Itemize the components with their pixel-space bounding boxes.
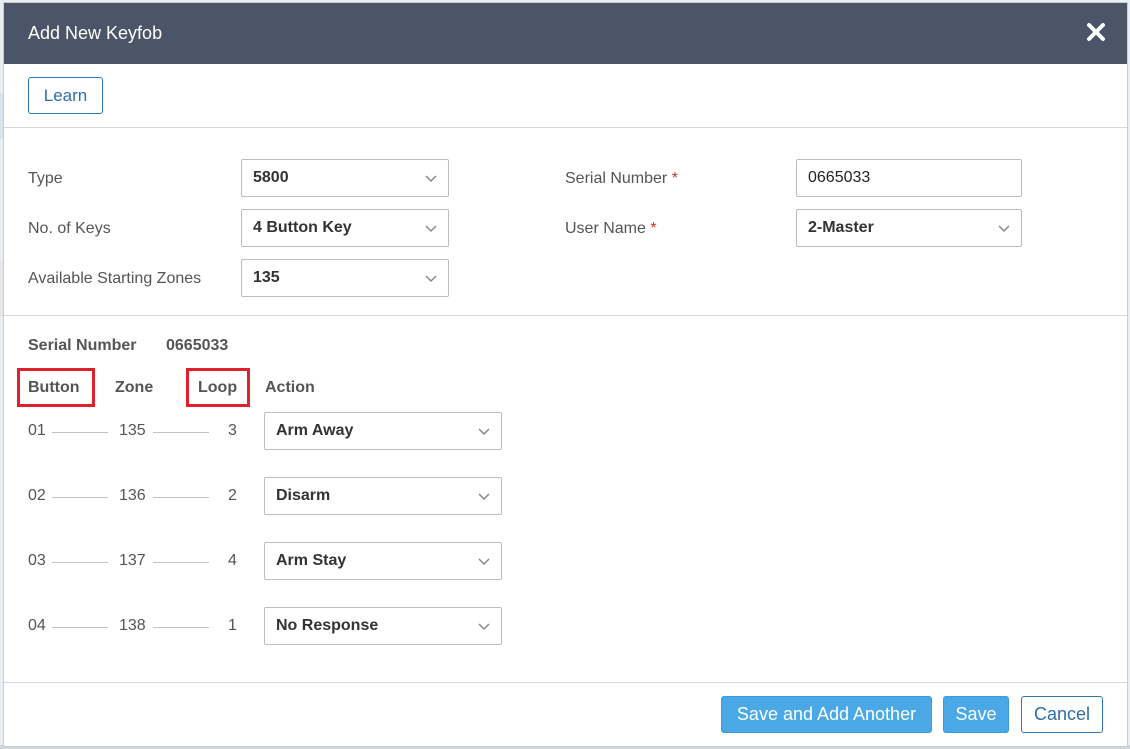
keys-serial-label: Serial Number [28, 337, 137, 354]
type-select[interactable]: 5800 [241, 159, 449, 197]
button-number: 03 [28, 552, 46, 569]
chevron-down-icon [478, 428, 490, 436]
cancel-button[interactable]: Cancel [1021, 696, 1103, 733]
zone-column-header: Zone [115, 379, 154, 396]
modal-footer: Save and Add Another Save Cancel [4, 683, 1127, 747]
modal-title: Add New Keyfob [28, 23, 163, 43]
connector-line [52, 627, 108, 628]
user-label: User Name * [565, 220, 657, 238]
action-value: Arm Away [276, 422, 354, 439]
button-number: 02 [28, 487, 46, 504]
action-value: Disarm [276, 487, 331, 504]
serial-label-text: Serial Number [565, 170, 668, 187]
required-mark: * [671, 170, 678, 187]
connector-line [153, 562, 209, 563]
connector-line [52, 562, 108, 563]
button-number: 01 [28, 422, 46, 439]
chevron-down-icon [425, 225, 437, 233]
keys-select[interactable]: 4 Button Key [241, 209, 449, 247]
chevron-down-icon [425, 175, 437, 183]
action-value: No Response [276, 617, 379, 634]
serial-number-value: 0665033 [808, 169, 871, 186]
zones-select[interactable]: 135 [241, 259, 449, 297]
loop-number: 2 [228, 487, 237, 504]
user-select[interactable]: 2-Master [796, 209, 1022, 247]
zone-number: 136 [119, 487, 146, 504]
action-select[interactable]: No Response [264, 607, 502, 645]
loop-number: 1 [228, 617, 237, 634]
zones-value: 135 [253, 269, 280, 286]
connector-line [153, 627, 209, 628]
learn-section: Learn [4, 64, 1127, 128]
keys-label: No. of Keys [28, 220, 111, 237]
keys-value: 4 Button Key [253, 219, 352, 236]
action-select[interactable]: Arm Away [264, 412, 502, 450]
connector-line [52, 497, 108, 498]
close-icon[interactable] [1085, 21, 1107, 43]
chevron-down-icon [478, 623, 490, 631]
serial-label: Serial Number * [565, 170, 678, 188]
zones-label: Available Starting Zones [28, 270, 202, 287]
zone-number: 137 [119, 552, 146, 569]
button-number: 04 [28, 617, 46, 634]
connector-line [153, 497, 209, 498]
keyfob-form: Type 5800 No. of Keys 4 Button Key Avail… [4, 128, 1127, 316]
chevron-down-icon [478, 493, 490, 501]
learn-button[interactable]: Learn [28, 77, 103, 114]
serial-number-input[interactable]: 0665033 [796, 159, 1022, 197]
add-keyfob-modal: Add New Keyfob Learn Type 5800 No. of Ke… [3, 2, 1128, 747]
user-label-text: User Name [565, 220, 646, 237]
connector-line [153, 432, 209, 433]
save-and-add-another-button[interactable]: Save and Add Another [721, 696, 932, 733]
loop-column-header: Loop [198, 379, 238, 396]
user-value: 2-Master [808, 219, 874, 236]
save-button[interactable]: Save [943, 696, 1009, 733]
action-column-header: Action [265, 379, 315, 396]
required-mark: * [650, 220, 657, 237]
type-label: Type [28, 170, 63, 187]
keys-section: Serial Number 0665033 Button Zone Loop A… [4, 316, 1127, 683]
loop-number: 4 [228, 552, 237, 569]
connector-line [52, 432, 108, 433]
type-value: 5800 [253, 169, 289, 186]
keys-serial-value: 0665033 [166, 337, 229, 354]
action-select[interactable]: Arm Stay [264, 542, 502, 580]
loop-number: 3 [228, 422, 237, 439]
button-column-header: Button [28, 379, 80, 396]
chevron-down-icon [998, 225, 1010, 233]
zone-number: 138 [119, 617, 146, 634]
zone-number: 135 [119, 422, 146, 439]
chevron-down-icon [478, 558, 490, 566]
chevron-down-icon [425, 275, 437, 283]
modal-header: Add New Keyfob [4, 3, 1127, 64]
action-select[interactable]: Disarm [264, 477, 502, 515]
action-value: Arm Stay [276, 552, 347, 569]
